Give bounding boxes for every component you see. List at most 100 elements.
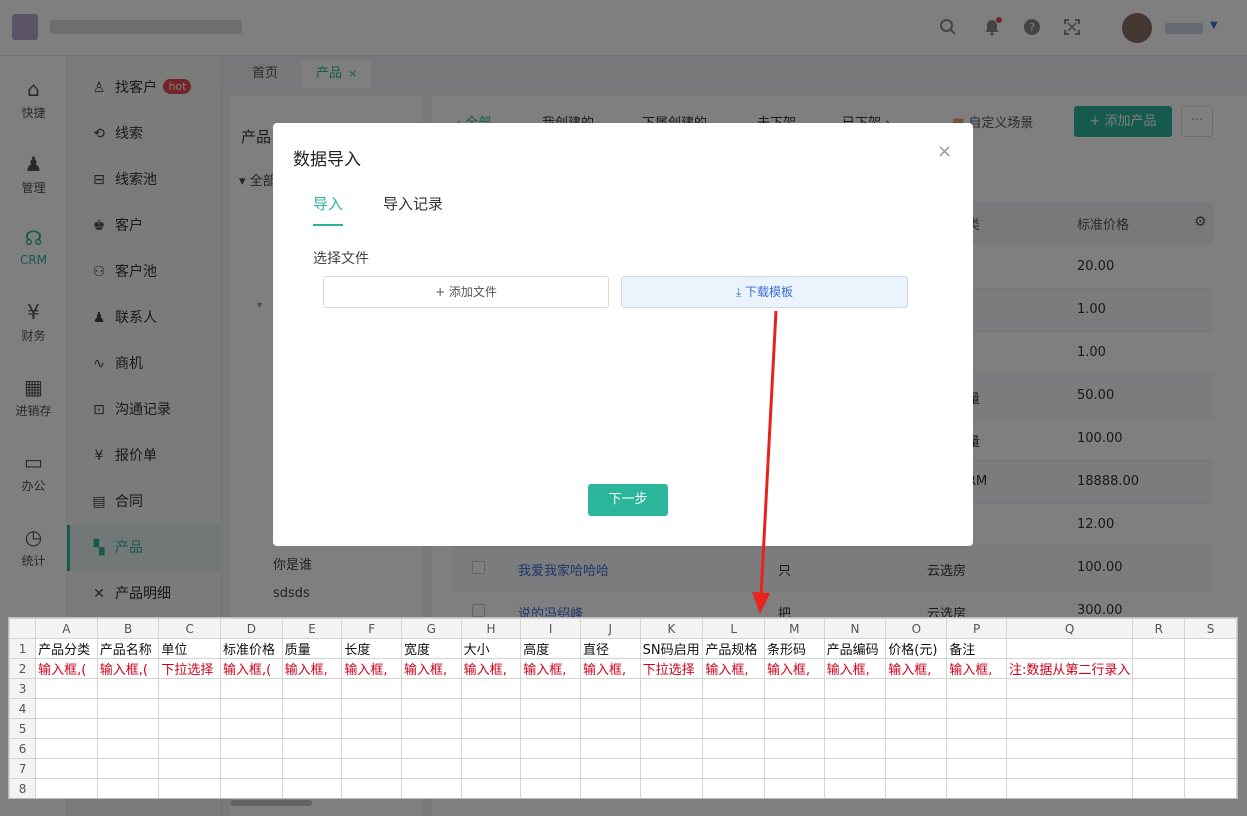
sheet-cell[interactable]	[579, 778, 641, 798]
sheet-cell[interactable]	[764, 718, 825, 739]
sheet-cell[interactable]	[460, 678, 522, 699]
row-header[interactable]: 4	[9, 698, 37, 719]
sheet-cell[interactable]	[400, 718, 462, 739]
sheet-cell[interactable]	[639, 678, 704, 699]
sheet-cell[interactable]: 备注	[946, 638, 1007, 659]
sheet-cell[interactable]	[1184, 658, 1237, 679]
sheet-cell[interactable]	[158, 758, 222, 779]
sheet-cell[interactable]: 输入框,	[400, 658, 462, 679]
sheet-cell[interactable]	[1184, 698, 1237, 719]
sheet-cell[interactable]	[520, 738, 581, 759]
sheet-cell[interactable]	[579, 698, 641, 719]
sheet-cell[interactable]	[281, 678, 343, 699]
sheet-cell[interactable]: 输入框,	[702, 658, 765, 679]
corner-cell[interactable]	[9, 618, 37, 639]
close-icon[interactable]: ×	[937, 141, 952, 162]
sheet-cell[interactable]	[281, 758, 343, 779]
sheet-cell[interactable]	[460, 718, 522, 739]
add-file-button[interactable]: + 添加文件	[323, 276, 609, 308]
sheet-cell[interactable]	[35, 738, 98, 759]
sheet-cell[interactable]	[702, 778, 765, 798]
row-header[interactable]: 6	[9, 738, 37, 759]
sheet-cell[interactable]	[885, 738, 948, 759]
sheet-cell[interactable]	[158, 678, 222, 699]
sheet-cell[interactable]	[158, 778, 222, 798]
sheet-cell[interactable]	[823, 698, 887, 719]
sheet-cell[interactable]: 直径	[579, 638, 641, 659]
column-header[interactable]: C	[158, 618, 222, 639]
sheet-cell[interactable]	[1132, 678, 1186, 699]
column-header[interactable]: F	[341, 618, 402, 639]
sheet-cell[interactable]: 输入框,	[341, 658, 402, 679]
sheet-cell[interactable]	[281, 738, 343, 759]
column-header[interactable]: H	[460, 618, 522, 639]
column-header[interactable]: P	[946, 618, 1007, 639]
sheet-cell[interactable]	[341, 678, 402, 699]
sheet-cell[interactable]	[460, 738, 522, 759]
sheet-cell[interactable]	[1184, 758, 1237, 779]
sheet-cell[interactable]	[639, 698, 704, 719]
sheet-cell[interactable]: 大小	[460, 638, 522, 659]
sheet-cell[interactable]	[35, 698, 98, 719]
sheet-cell[interactable]	[158, 698, 222, 719]
sheet-cell[interactable]	[885, 718, 948, 739]
sheet-cell[interactable]	[520, 758, 581, 779]
sheet-cell[interactable]	[460, 758, 522, 779]
sheet-cell[interactable]: 输入框,	[946, 658, 1007, 679]
sheet-cell[interactable]	[520, 718, 581, 739]
sheet-cell[interactable]	[1184, 718, 1237, 739]
sheet-cell[interactable]	[764, 758, 825, 779]
sheet-cell[interactable]: 输入框,	[579, 658, 641, 679]
sheet-cell[interactable]	[1184, 638, 1237, 659]
sheet-cell[interactable]	[341, 738, 402, 759]
sheet-cell[interactable]	[946, 678, 1007, 699]
sheet-cell[interactable]	[702, 758, 765, 779]
sheet-cell[interactable]	[1132, 638, 1186, 659]
sheet-cell[interactable]	[702, 698, 765, 719]
sheet-cell[interactable]	[1184, 738, 1237, 759]
sheet-cell[interactable]	[158, 718, 222, 739]
sheet-cell[interactable]: 长度	[341, 638, 402, 659]
sheet-cell[interactable]	[220, 778, 283, 798]
sheet-cell[interactable]	[460, 698, 522, 719]
column-header[interactable]: S	[1184, 618, 1237, 639]
sheet-cell[interactable]: 输入框,(	[35, 658, 98, 679]
sheet-cell[interactable]	[1005, 738, 1134, 759]
sheet-cell[interactable]	[579, 678, 641, 699]
next-step-button[interactable]: 下一步	[588, 484, 668, 516]
sheet-cell[interactable]	[96, 678, 160, 699]
sheet-cell[interactable]	[400, 778, 462, 798]
sheet-cell[interactable]: 产品分类	[35, 638, 98, 659]
sheet-cell[interactable]	[220, 738, 283, 759]
column-header[interactable]: J	[579, 618, 641, 639]
sheet-cell[interactable]	[823, 718, 887, 739]
sheet-cell[interactable]	[823, 758, 887, 779]
sheet-cell[interactable]	[220, 698, 283, 719]
sheet-cell[interactable]	[639, 738, 704, 759]
sheet-cell[interactable]	[1132, 758, 1186, 779]
row-header[interactable]: 7	[9, 758, 37, 779]
sheet-cell[interactable]	[946, 718, 1007, 739]
sheet-cell[interactable]	[520, 778, 581, 798]
sheet-cell[interactable]	[341, 718, 402, 739]
sheet-cell[interactable]: 产品名称	[96, 638, 160, 659]
sheet-cell[interactable]	[702, 738, 765, 759]
sheet-cell[interactable]	[1132, 698, 1186, 719]
column-header[interactable]: N	[823, 618, 887, 639]
sheet-cell[interactable]	[1132, 718, 1186, 739]
sheet-cell[interactable]	[1184, 678, 1237, 699]
sheet-cell[interactable]	[1005, 718, 1134, 739]
sheet-cell[interactable]	[1005, 758, 1134, 779]
sheet-cell[interactable]	[400, 698, 462, 719]
sheet-cell[interactable]: 产品规格	[702, 638, 765, 659]
row-header[interactable]: 5	[9, 718, 37, 739]
sheet-cell[interactable]: 单位	[158, 638, 222, 659]
column-header[interactable]: Q	[1005, 618, 1134, 639]
sheet-cell[interactable]	[639, 778, 704, 798]
sheet-cell[interactable]	[96, 738, 160, 759]
sheet-cell[interactable]: 标准价格	[220, 638, 283, 659]
column-header[interactable]: G	[400, 618, 462, 639]
sheet-cell[interactable]	[702, 678, 765, 699]
sheet-cell[interactable]	[1005, 638, 1134, 659]
sheet-cell[interactable]	[96, 718, 160, 739]
